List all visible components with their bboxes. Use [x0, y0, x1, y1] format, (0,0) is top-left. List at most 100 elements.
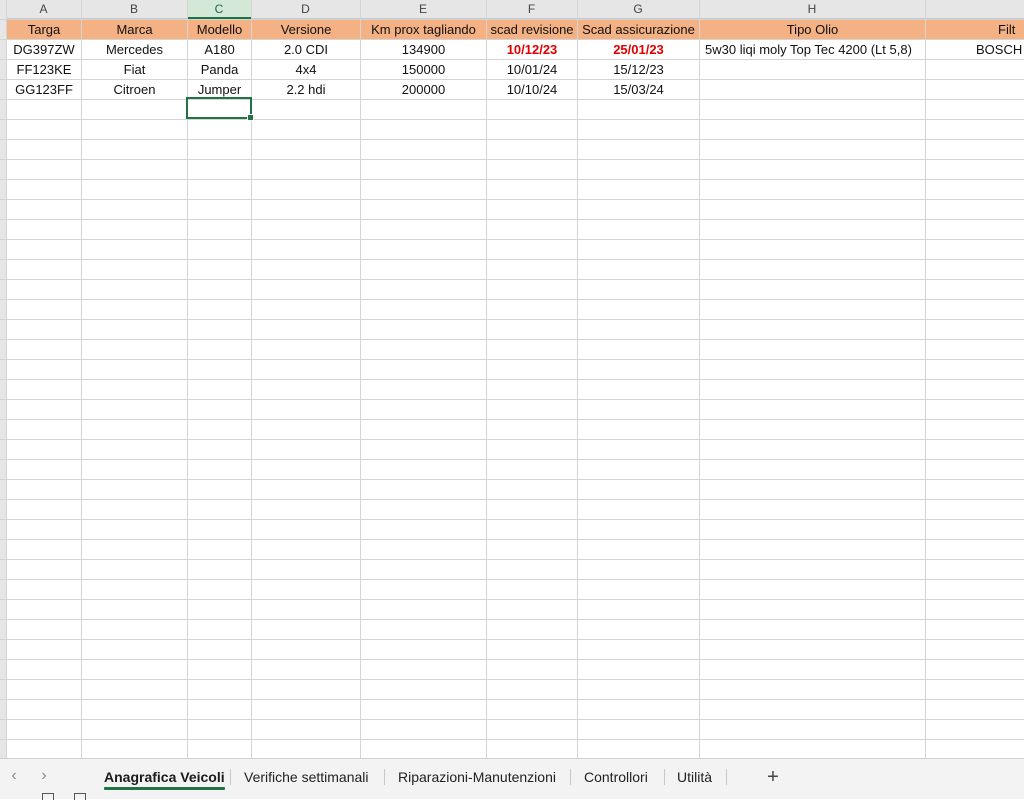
row-gridline — [0, 499, 1024, 500]
tab-separator — [230, 769, 231, 785]
row-gridline — [0, 319, 1024, 320]
tab-label: Utilità — [677, 769, 713, 785]
row-gridline — [0, 239, 1024, 240]
header-cell[interactable]: Km prox tagliando — [361, 20, 486, 39]
tab-label: Controllori — [584, 769, 648, 785]
tab-separator — [384, 769, 385, 785]
tab-verifiche-settimanali[interactable]: Verifiche settimanali — [244, 763, 369, 791]
table-cell[interactable] — [926, 60, 1024, 79]
table-cell[interactable]: 150000 — [361, 60, 486, 79]
column-header[interactable]: H — [699, 0, 925, 19]
table-cell[interactable]: GG123FF — [7, 80, 81, 99]
row-gridline — [0, 259, 1024, 260]
header-cell[interactable]: Marca — [82, 20, 187, 39]
row-gridline — [0, 479, 1024, 480]
table-cell[interactable]: Fiat — [82, 60, 187, 79]
table-cell[interactable]: DG397ZW — [7, 40, 81, 59]
prev-sheet-arrow-icon[interactable]: ‹ — [4, 765, 24, 787]
row-gridline — [0, 519, 1024, 520]
table-cell[interactable]: 200000 — [361, 80, 486, 99]
row-gridline — [0, 739, 1024, 740]
tab-separator — [664, 769, 665, 785]
column-header[interactable]: G — [577, 0, 699, 19]
selected-cell-c5[interactable] — [186, 97, 254, 121]
row-gridline — [0, 219, 1024, 220]
row-gridline — [0, 539, 1024, 540]
row-gridline — [0, 419, 1024, 420]
accessibility-icon — [74, 793, 86, 800]
row-gridline — [0, 379, 1024, 380]
row-gridline — [0, 619, 1024, 620]
table-cell[interactable]: 10/12/23 — [487, 40, 577, 59]
row-gridline — [0, 719, 1024, 720]
table-cell[interactable] — [700, 60, 925, 79]
table-cell[interactable]: 15/12/23 — [578, 60, 699, 79]
tab-separator — [726, 769, 727, 785]
header-cell[interactable]: scad revisione — [487, 20, 577, 39]
table-cell[interactable]: 10/01/24 — [487, 60, 577, 79]
header-cell[interactable]: Filt — [926, 20, 1024, 39]
table-cell[interactable] — [926, 80, 1024, 99]
row-gridline — [0, 299, 1024, 300]
row-gridline — [0, 359, 1024, 360]
column-header[interactable]: D — [251, 0, 360, 19]
row-gridline — [0, 399, 1024, 400]
header-cell[interactable]: Targa — [7, 20, 81, 39]
table-cell[interactable]: 5w30 liqi moly Top Tec 4200 (Lt 5,8) — [700, 40, 925, 59]
header-cell[interactable]: Modello — [188, 20, 251, 39]
table-cell[interactable]: FF123KE — [7, 60, 81, 79]
table-cell[interactable]: BOSCH 1 — [926, 40, 1024, 59]
tab-riparazioni-manutenzioni[interactable]: Riparazioni-Manutenzioni — [398, 763, 556, 791]
column-header[interactable]: C — [187, 0, 251, 19]
row-gridline — [0, 159, 1024, 160]
tab-label: Anagrafica Veicoli — [104, 769, 225, 785]
row-gridline — [0, 579, 1024, 580]
row-gridline — [0, 659, 1024, 660]
fill-handle[interactable] — [247, 114, 254, 121]
column-header[interactable]: E — [360, 0, 486, 19]
row-gridline — [0, 279, 1024, 280]
table-cell[interactable]: Mercedes — [82, 40, 187, 59]
next-sheet-arrow-icon[interactable]: › — [34, 765, 54, 787]
tab-separator — [570, 769, 571, 785]
spreadsheet-grid[interactable]: ABCDEFGH Targa Marca Modello Versione Km pro… — [0, 0, 1024, 758]
tab-anagrafica-veicoli[interactable]: Anagrafica Veicoli — [104, 763, 225, 791]
table-cell[interactable]: A180 — [188, 40, 251, 59]
column-header[interactable]: A — [6, 0, 81, 19]
tab-controllori[interactable]: Controllori — [584, 763, 648, 791]
row-gridline — [0, 339, 1024, 340]
row-gridline — [0, 199, 1024, 200]
row-gridline — [0, 99, 1024, 100]
sheet-tab-bar: ‹ › Anagrafica Veicoli Verifiche settima… — [0, 758, 1024, 800]
row-gridline — [0, 599, 1024, 600]
tab-label: Verifiche settimanali — [244, 769, 369, 785]
column-header[interactable]: F — [486, 0, 577, 19]
header-cell[interactable]: Scad assicurazione — [578, 20, 699, 39]
table-cell[interactable]: 2.2 hdi — [252, 80, 360, 99]
active-tab-indicator — [104, 787, 225, 790]
row-gridline — [0, 179, 1024, 180]
row-gridline — [0, 679, 1024, 680]
table-cell[interactable]: 4x4 — [252, 60, 360, 79]
tab-label: Riparazioni-Manutenzioni — [398, 769, 556, 785]
column-header[interactable] — [925, 0, 1024, 19]
table-cell[interactable]: Panda — [188, 60, 251, 79]
header-cell[interactable]: Versione — [252, 20, 360, 39]
table-cell[interactable]: 25/01/23 — [578, 40, 699, 59]
view-icon — [42, 793, 54, 800]
row-gridline — [0, 559, 1024, 560]
row-gridline — [0, 459, 1024, 460]
table-cell[interactable]: 2.0 CDI — [252, 40, 360, 59]
add-sheet-icon[interactable]: + — [761, 763, 785, 791]
table-cell[interactable]: Citroen — [82, 80, 187, 99]
table-cell[interactable]: 10/10/24 — [487, 80, 577, 99]
row-gridline — [0, 699, 1024, 700]
column-header[interactable]: B — [81, 0, 187, 19]
header-cell[interactable]: Tipo Olio — [700, 20, 925, 39]
tab-utilita[interactable]: Utilità — [677, 763, 712, 791]
table-cell[interactable]: 134900 — [361, 40, 486, 59]
row-gridline — [0, 439, 1024, 440]
table-cell[interactable] — [700, 80, 925, 99]
table-cell[interactable]: 15/03/24 — [578, 80, 699, 99]
row-gridline — [0, 139, 1024, 140]
